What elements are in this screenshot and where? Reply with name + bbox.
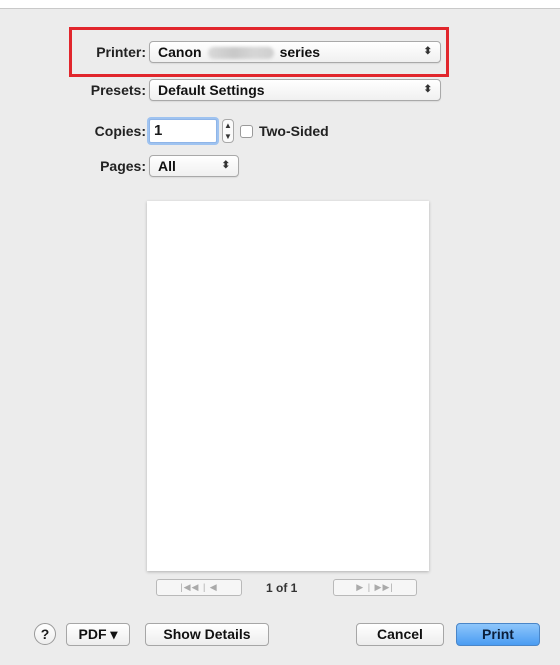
updown-arrows-icon: ⬍ — [423, 46, 432, 57]
printer-popup[interactable]: Canon series ⬍ — [149, 41, 441, 63]
pages-value: All — [158, 158, 176, 174]
page-preview — [147, 201, 429, 571]
page-indicator: 1 of 1 — [266, 581, 298, 595]
copies-stepper[interactable]: ▲ ▼ — [222, 119, 234, 143]
pages-popup[interactable]: All ⬍ — [149, 155, 239, 177]
printer-name-suffix: series — [279, 44, 321, 60]
printer-model-blurred — [207, 47, 274, 60]
pdf-menu-button[interactable]: PDF ▾ — [66, 623, 130, 646]
presets-label: Presets: — [90, 82, 146, 98]
two-sided-checkbox[interactable] — [240, 125, 253, 138]
copies-input[interactable]: 1 — [149, 119, 217, 143]
printer-label: Printer: — [96, 44, 146, 60]
cancel-button[interactable]: Cancel — [356, 623, 444, 646]
stepper-arrows-icon: ▲ ▼ — [224, 121, 232, 141]
updown-arrows-icon: ⬍ — [423, 84, 432, 95]
presets-value: Default Settings — [158, 82, 265, 98]
two-sided-label[interactable]: Two-Sided — [259, 123, 329, 139]
show-details-button[interactable]: Show Details — [145, 623, 269, 646]
print-dialog: Printer: Canon series ⬍ Presets: Default … — [0, 8, 560, 665]
printer-name-prefix: Canon — [158, 44, 202, 60]
first-prev-page-buttons[interactable]: |◀◀ | ◀ — [156, 579, 242, 596]
pages-label: Pages: — [100, 158, 146, 174]
presets-popup[interactable]: Default Settings ⬍ — [149, 79, 441, 101]
print-button[interactable]: Print — [456, 623, 540, 646]
help-button[interactable]: ? — [34, 623, 56, 645]
next-last-page-buttons[interactable]: ▶ | ▶▶| — [333, 579, 417, 596]
updown-arrows-icon: ⬍ — [221, 160, 230, 171]
copies-label: Copies: — [94, 123, 146, 139]
